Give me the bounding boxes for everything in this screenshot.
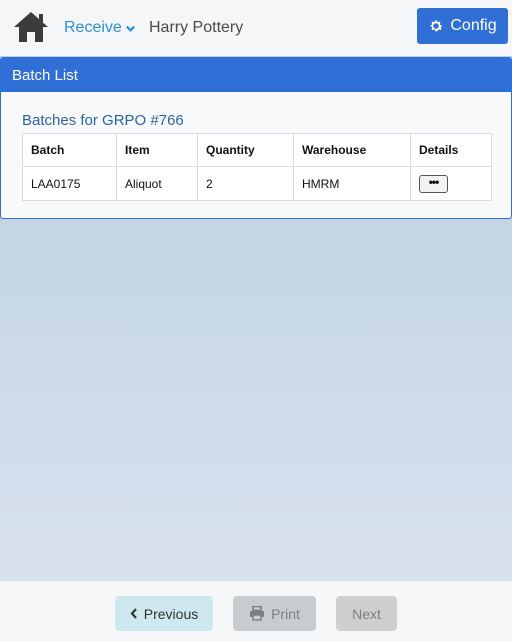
details-button[interactable]: ••• xyxy=(419,174,448,193)
cell-batch: LAA0175 xyxy=(22,166,117,201)
config-button-label: Config xyxy=(450,17,497,34)
cell-item: Aliquot xyxy=(116,166,198,201)
cell-quantity: 2 xyxy=(197,166,294,201)
next-button[interactable]: Next xyxy=(336,596,397,631)
column-header-quantity: Quantity xyxy=(197,133,294,167)
previous-button-label: Previous xyxy=(143,605,199,622)
cell-details: ••• xyxy=(410,166,492,201)
chevron-down-icon xyxy=(125,25,135,32)
batches-table: Batch Item Quantity Warehouse Details LA… xyxy=(22,133,492,201)
home-icon[interactable] xyxy=(12,10,50,44)
previous-button[interactable]: Previous xyxy=(115,596,213,631)
print-button[interactable]: Print xyxy=(233,596,316,631)
column-header-item: Item xyxy=(116,133,198,167)
print-button-label: Print xyxy=(271,605,300,622)
printer-icon xyxy=(250,606,265,621)
table-row: LAA0175 Aliquot 2 HMRM ••• xyxy=(22,166,492,201)
footer-bar: Previous Print Next xyxy=(0,580,512,641)
column-header-warehouse: Warehouse xyxy=(293,133,411,167)
top-navigation-bar: Receive Harry Pottery Config xyxy=(0,0,512,56)
panel-title: Batch List xyxy=(1,58,511,92)
receive-menu-dropdown[interactable]: Receive xyxy=(64,19,136,37)
batch-list-panel: Batch List Batches for GRPO #766 Batch I… xyxy=(0,57,512,219)
column-header-details: Details xyxy=(410,133,492,167)
next-button-label: Next xyxy=(352,605,381,622)
cell-warehouse: HMRM xyxy=(293,166,411,201)
column-header-batch: Batch xyxy=(22,133,117,167)
chevron-left-icon xyxy=(130,608,137,619)
table-header-row: Batch Item Quantity Warehouse Details xyxy=(22,133,492,167)
gear-icon xyxy=(430,20,443,32)
receive-menu-label: Receive xyxy=(64,19,122,36)
config-button[interactable]: Config xyxy=(417,8,508,44)
panel-subtitle: Batches for GRPO #766 xyxy=(22,112,184,129)
user-name: Harry Pottery xyxy=(149,19,244,36)
